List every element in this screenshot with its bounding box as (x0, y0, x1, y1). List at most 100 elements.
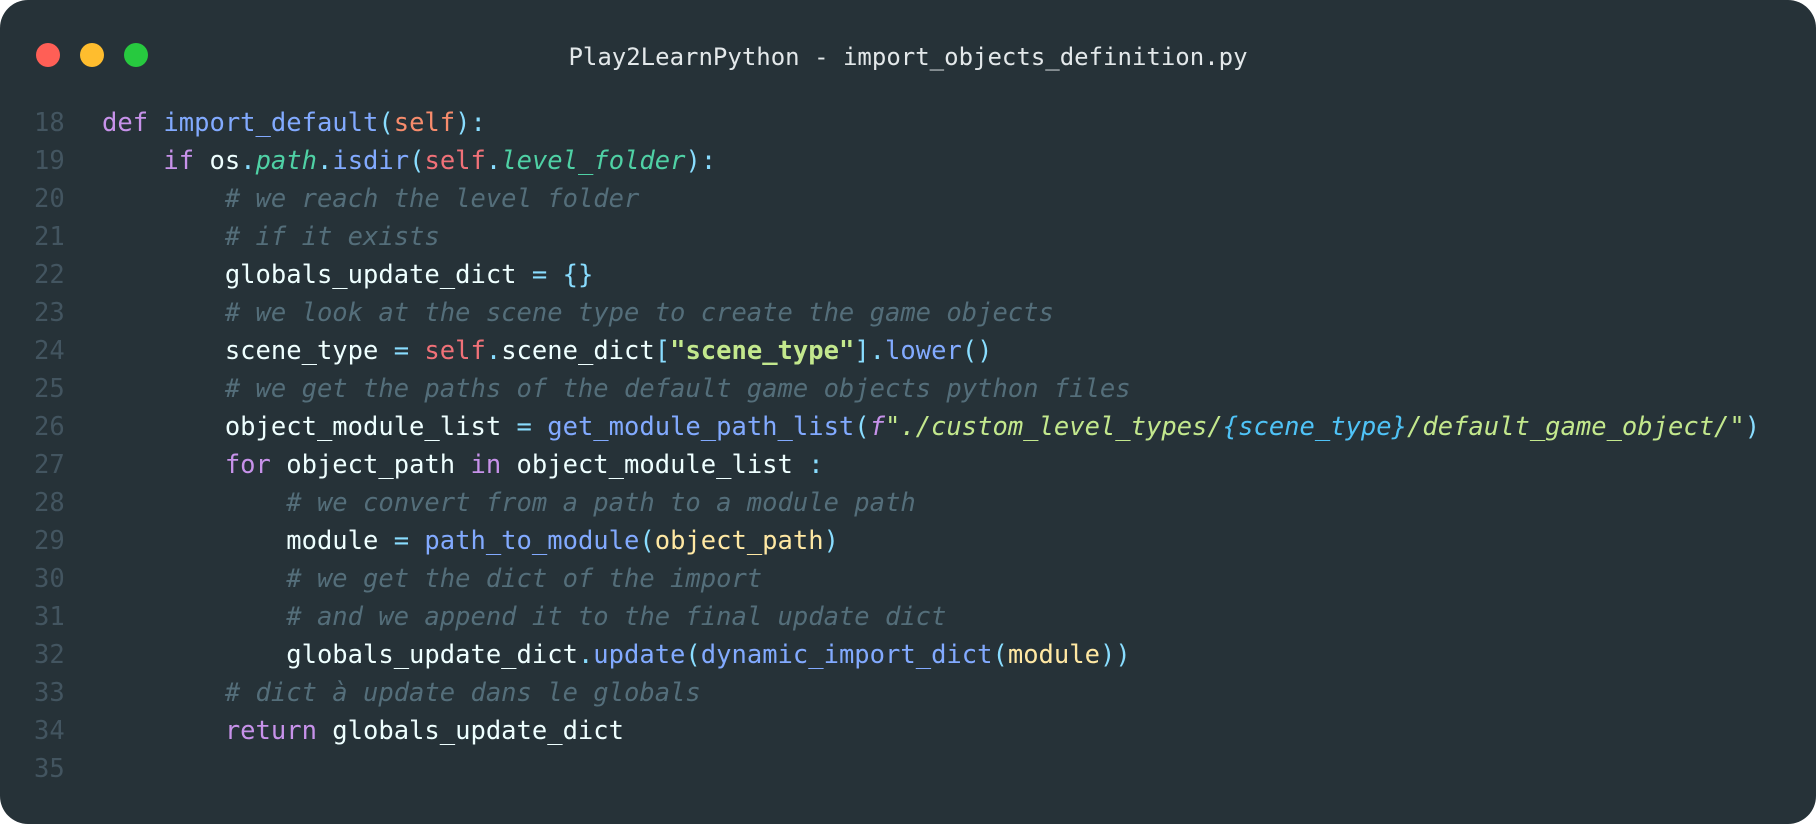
line-number: 33 (34, 678, 65, 708)
code-token-var (102, 222, 225, 252)
code-token-self: self (424, 336, 486, 366)
line-source: globals_update_dict = {} (102, 256, 593, 294)
code-token-punct: ) (823, 526, 839, 556)
code-token-punct: = (516, 260, 563, 290)
code-line: 24 scene_type = self.scene_dict["scene_t… (0, 332, 1816, 370)
line-number: 28 (34, 488, 65, 518)
line-number: 31 (34, 602, 65, 632)
line-number: 29 (34, 526, 65, 556)
code-token-var (102, 146, 163, 176)
code-token-comment: # if it exists (224, 222, 440, 252)
code-token-fn: update (593, 640, 686, 670)
code-line: 18 def import_default(self): (0, 104, 1816, 142)
code-token-fn: lower (885, 336, 962, 366)
code-token-comment: # we look at the scene type to create th… (224, 298, 1054, 328)
code-line: 35 (0, 750, 1816, 788)
code-token-comment: # we convert from a path to a module pat… (286, 488, 916, 518)
line-source: # if it exists (102, 218, 440, 256)
code-line: 26 object_module_list = get_module_path_… (0, 408, 1816, 446)
code-token-arg: object_path (654, 526, 824, 556)
code-token-var: object_module_list (516, 450, 809, 480)
code-line: 25 # we get the paths of the default gam… (0, 370, 1816, 408)
line-source: globals_update_dict.update(dynamic_impor… (102, 636, 1130, 674)
line-source: object_module_list = get_module_path_lis… (102, 408, 1760, 446)
code-line: 22 globals_update_dict = {} (0, 256, 1816, 294)
code-token-kw: def (102, 108, 164, 138)
code-token-var (102, 184, 225, 214)
code-token-kw: return (224, 716, 333, 746)
window-title: Play2LearnPython - import_objects_defini… (568, 43, 1248, 71)
code-token-var (102, 260, 225, 290)
code-token-fn: path_to_module (424, 526, 640, 556)
line-number: 35 (34, 754, 65, 784)
line-number: 23 (34, 298, 65, 328)
code-token-kw: in (470, 450, 517, 480)
code-token-punct: = (501, 412, 548, 442)
code-token-comment: # we get the dict of the import (286, 564, 763, 594)
code-token-punct: () (961, 336, 993, 366)
line-source: # dict à update dans le globals (102, 674, 701, 712)
line-source: # and we append it to the final update d… (102, 598, 946, 636)
code-token-var (102, 678, 225, 708)
code-token-arg: module (1007, 640, 1100, 670)
line-number: 25 (34, 374, 65, 404)
code-token-var (102, 488, 286, 518)
line-source: # we reach the level folder (102, 180, 640, 218)
code-token-comment: # we get the paths of the default game o… (224, 374, 1131, 404)
code-token-param: self (393, 108, 456, 138)
code-token-punct: ) (1744, 412, 1761, 442)
code-token-punct: . (485, 336, 502, 366)
code-token-var (102, 298, 225, 328)
line-source: scene_type = self.scene_dict["scene_type… (102, 332, 993, 370)
code-line: 33 # dict à update dans le globals (0, 674, 1816, 712)
code-token-punct: ( (992, 640, 1008, 670)
code-token-punct: ( (854, 412, 870, 442)
line-number: 27 (34, 450, 65, 480)
code-token-var (102, 716, 225, 746)
code-token-comment: # we reach the level folder (224, 184, 640, 214)
code-line: 23 # we look at the scene type to create… (0, 294, 1816, 332)
code-token-var: globals_update_dict (224, 260, 517, 290)
code-line: 19 if os.path.isdir(self.level_folder): (0, 142, 1816, 180)
code-token-var: module (286, 526, 379, 556)
code-window: Play2LearnPython - import_objects_defini… (0, 0, 1816, 824)
line-source: # we get the dict of the import (102, 560, 762, 598)
code-token-fn: import_default (163, 108, 379, 138)
code-token-stri: "./custom_level_types/ (885, 412, 1223, 442)
code-token-punct: . (485, 146, 502, 176)
code-token-var: globals_update_dict (332, 716, 624, 746)
line-source: # we convert from a path to a module pat… (102, 484, 916, 522)
code-token-path: level_folder (501, 146, 686, 176)
code-line: 27 for object_path in object_module_list… (0, 446, 1816, 484)
line-number: 30 (34, 564, 65, 594)
code-token-fmt: f (869, 412, 885, 442)
code-token-punct: = (378, 526, 425, 556)
line-number: 18 (34, 108, 65, 138)
code-token-var: scene_type (224, 336, 379, 366)
code-token-var: scene_dict (501, 336, 655, 366)
code-token-punct: ): (685, 146, 717, 176)
code-token-punct: ): (455, 108, 486, 138)
code-token-punct: [ (654, 336, 671, 366)
code-token-comment: # dict à update dans le globals (224, 678, 701, 708)
line-source: if os.path.isdir(self.level_folder): (102, 142, 716, 180)
line-number: 24 (34, 336, 65, 366)
line-source: # we get the paths of the default game o… (102, 370, 1131, 408)
code-token-var: object_module_list (224, 412, 502, 442)
code-token-fn: isdir (332, 146, 410, 176)
code-token-var (102, 374, 225, 404)
code-token-var: globals_update_dict (286, 640, 578, 670)
line-source: # we look at the scene type to create th… (102, 294, 1054, 332)
code-token-punct: . (577, 640, 594, 670)
line-number: 26 (34, 412, 65, 442)
line-number: 32 (34, 640, 65, 670)
code-token-punct: . (240, 146, 256, 176)
code-token-punct: ( (409, 146, 425, 176)
code-token-punct: {} (562, 260, 594, 290)
code-editor: 18 def import_default(self): 19 if os.path… (0, 104, 1816, 788)
code-token-var (102, 412, 225, 442)
line-source: return globals_update_dict (102, 712, 624, 750)
code-token-punct: ( (685, 640, 701, 670)
code-token-fn: get_module_path_list (547, 412, 855, 442)
code-token-var (102, 602, 286, 632)
